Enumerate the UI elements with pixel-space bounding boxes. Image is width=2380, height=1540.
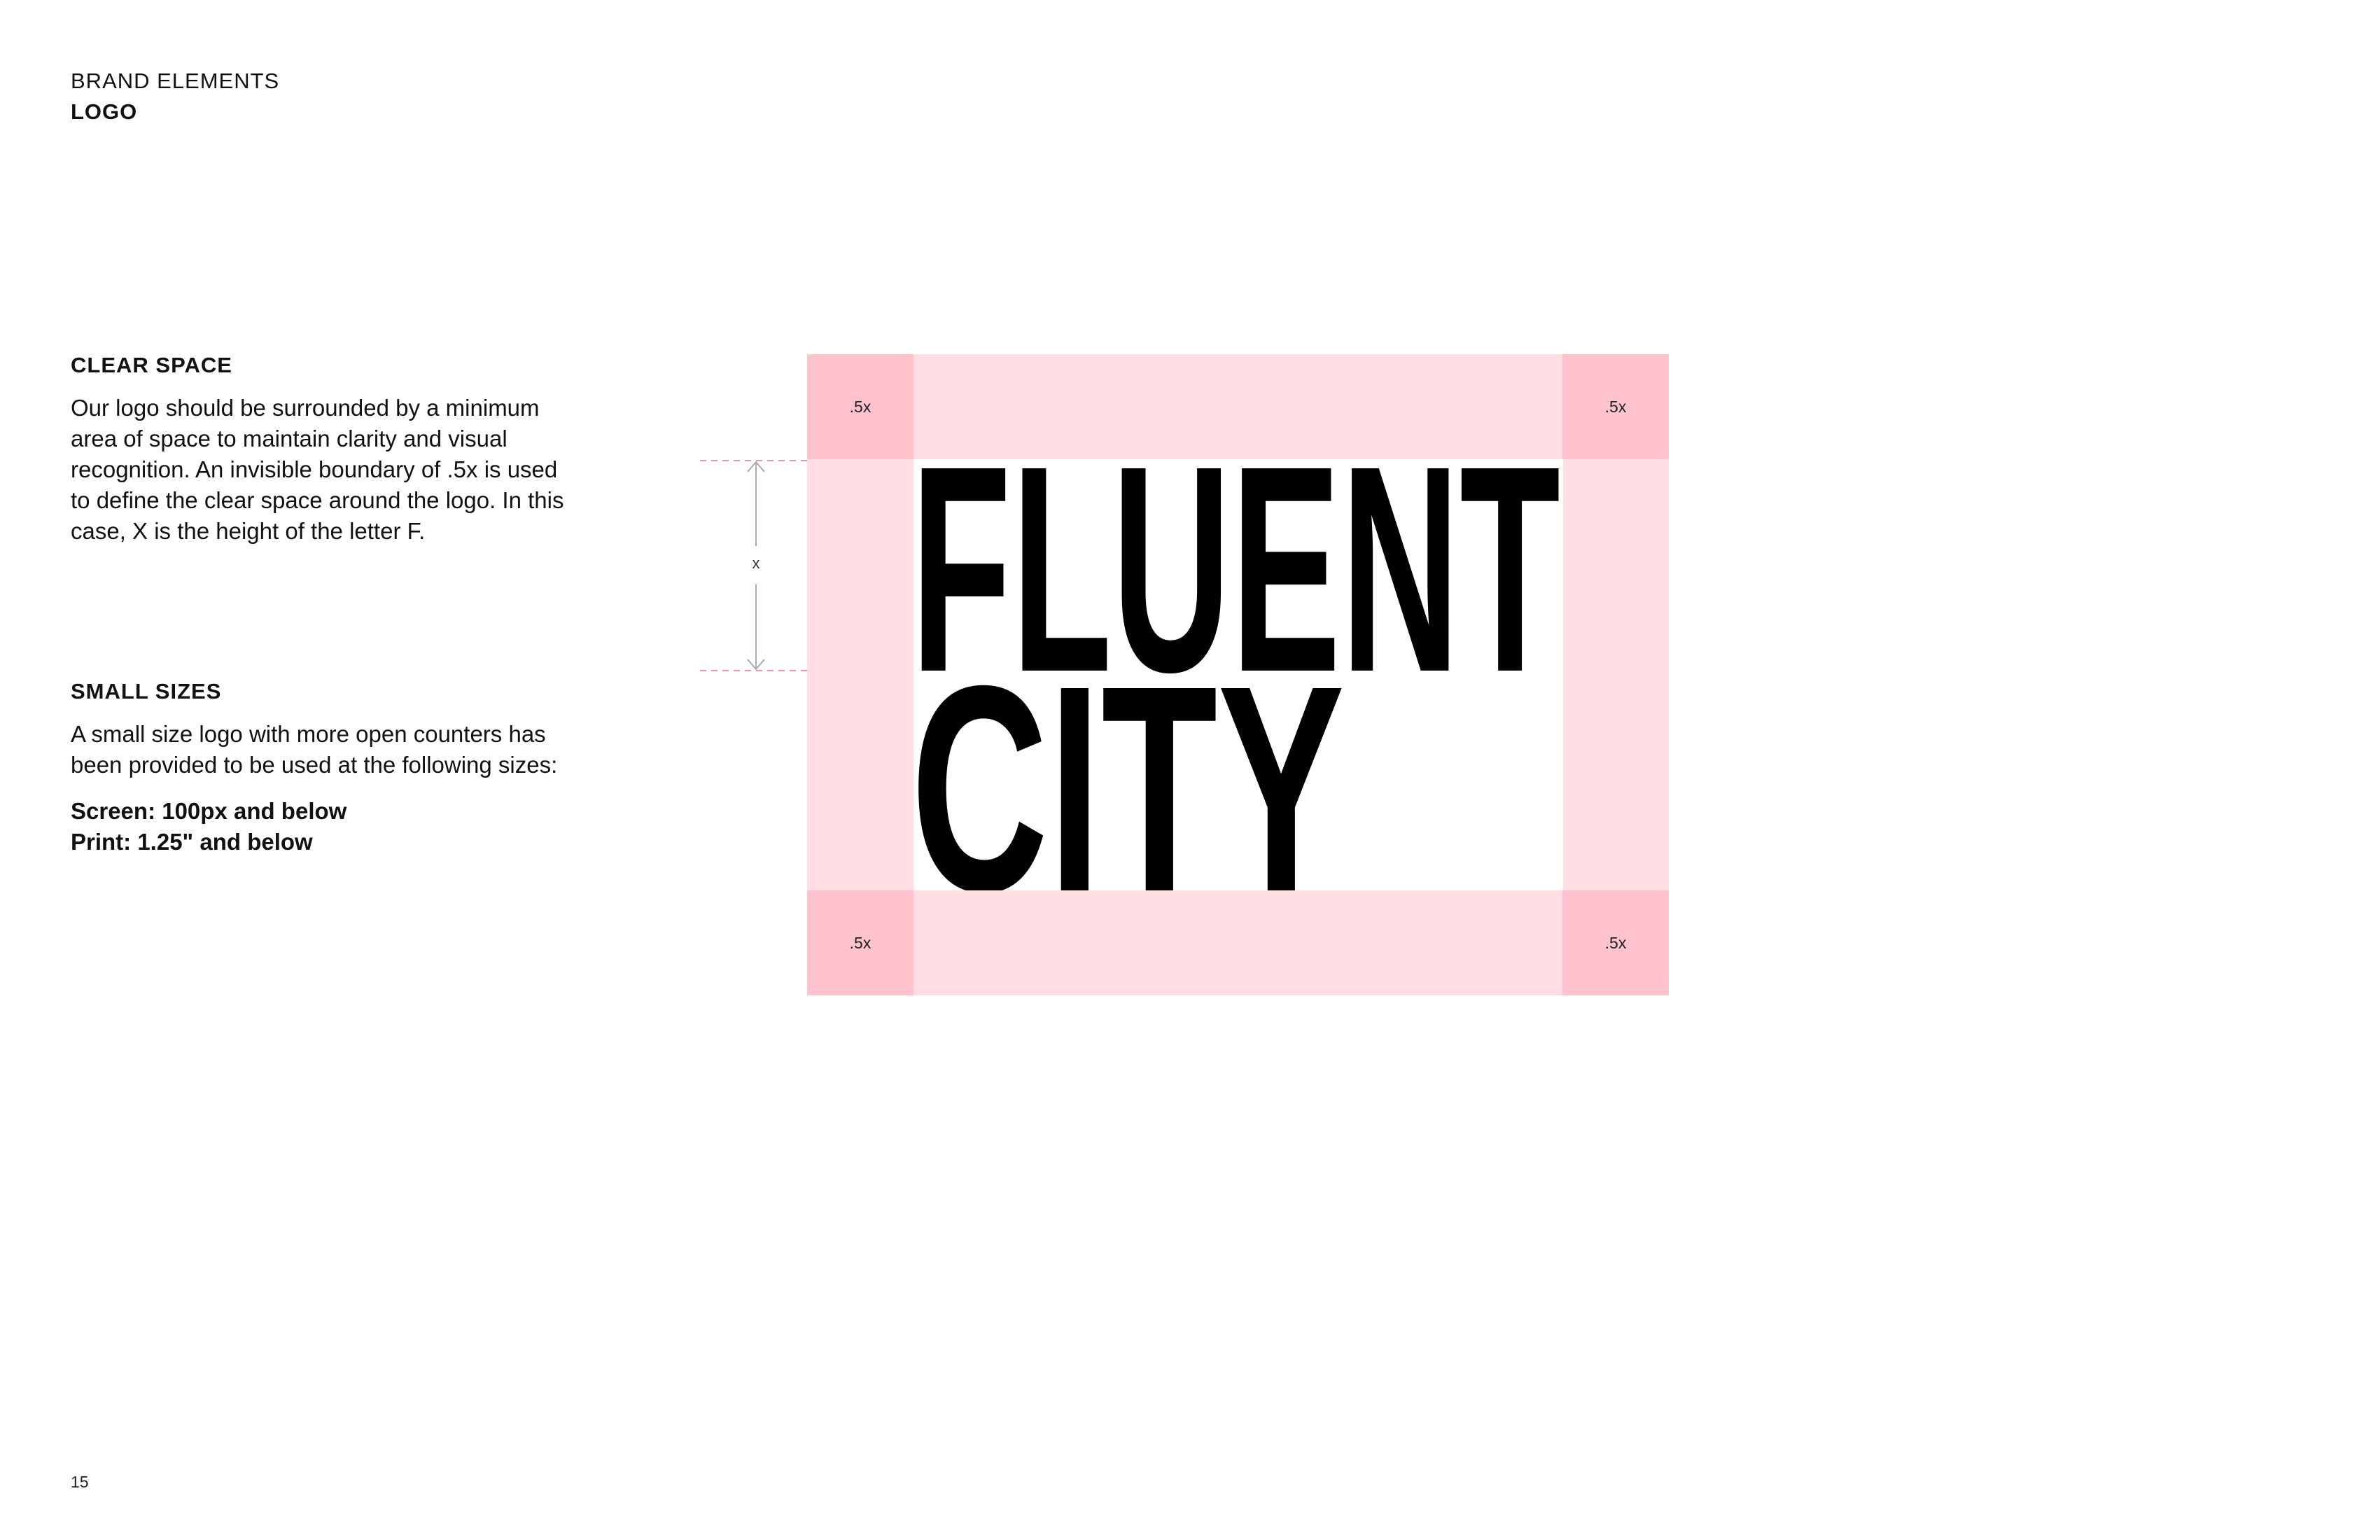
section-title: BRAND ELEMENTS (71, 69, 280, 93)
corner-top-left: .5x (807, 354, 913, 459)
logo-area: FLUENT CITY (913, 459, 1563, 890)
subsection-title: LOGO (71, 99, 138, 124)
small-sizes-specs: Screen: 100px and below Print: 1.25" and… (71, 798, 347, 855)
clear-space-section: CLEAR SPACE Our logo should be surrounde… (71, 350, 631, 547)
clear-space-body: Our logo should be surrounded by a minim… (71, 395, 564, 544)
corner-bottom-right: .5x (1562, 890, 1669, 995)
section-header: BRAND ELEMENTS LOGO (71, 66, 279, 127)
small-sizes-section: SMALL SIZES A small size logo with more … (71, 676, 631, 858)
measure-x-label: x (752, 554, 760, 572)
clear-space-heading: CLEAR SPACE (71, 353, 232, 377)
logo-line-city: CITY (913, 625, 1345, 890)
page-number: 15 (71, 1473, 89, 1491)
fluent-city-logo: FLUENT CITY (913, 459, 1560, 890)
corner-top-right: .5x (1562, 354, 1669, 459)
clear-space-diagram: .5x .5x .5x .5x FLUENT CITY (807, 354, 1669, 995)
corner-bottom-left: .5x (807, 890, 913, 995)
small-sizes-heading: SMALL SIZES (71, 679, 222, 704)
small-sizes-body: A small size logo with more open counter… (71, 721, 558, 778)
